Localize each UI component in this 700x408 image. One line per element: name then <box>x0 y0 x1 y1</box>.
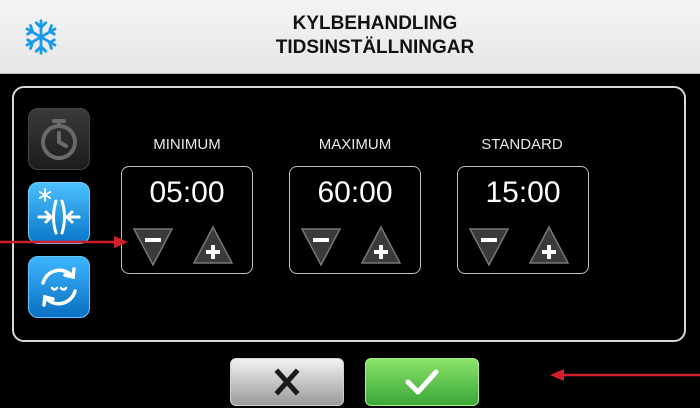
page-subtitle: TIDSINSTÄLLNINGAR <box>275 37 475 58</box>
standard-increase-button[interactable] <box>528 225 570 267</box>
header-bar: KYLBEHANDLING TIDSINSTÄLLNINGAR <box>0 0 700 74</box>
snowflake-icon <box>25 19 57 55</box>
cycle-mode-button[interactable] <box>28 256 90 318</box>
page-title: KYLBEHANDLING <box>292 13 458 34</box>
minimum-decrease-button[interactable] <box>132 225 174 267</box>
checkmark-icon <box>405 369 439 395</box>
standard-label: STANDARD <box>481 136 563 153</box>
maximum-value: 60:00 <box>317 176 393 209</box>
cycle-icon <box>41 267 77 307</box>
standard-value: 15:00 <box>485 176 561 209</box>
maximum-setting: 60:00 <box>289 166 421 274</box>
maximum-decrease-button[interactable] <box>300 225 342 267</box>
standard-setting: 15:00 <box>457 166 589 274</box>
minimum-label: MINIMUM <box>153 136 221 153</box>
cancel-button[interactable] <box>230 358 344 406</box>
annotation-arrow-right <box>550 369 700 381</box>
annotation-arrow-left <box>0 236 128 248</box>
timer-icon <box>41 119 77 160</box>
standard-decrease-button[interactable] <box>468 225 510 267</box>
timer-button[interactable] <box>28 108 90 170</box>
confirm-button[interactable] <box>365 358 479 406</box>
minimum-setting: 05:00 <box>121 166 253 274</box>
maximum-label: MAXIMUM <box>318 136 392 153</box>
maximum-increase-button[interactable] <box>360 225 402 267</box>
minimum-increase-button[interactable] <box>192 225 234 267</box>
minimum-value: 05:00 <box>149 176 225 209</box>
x-icon <box>274 368 300 396</box>
